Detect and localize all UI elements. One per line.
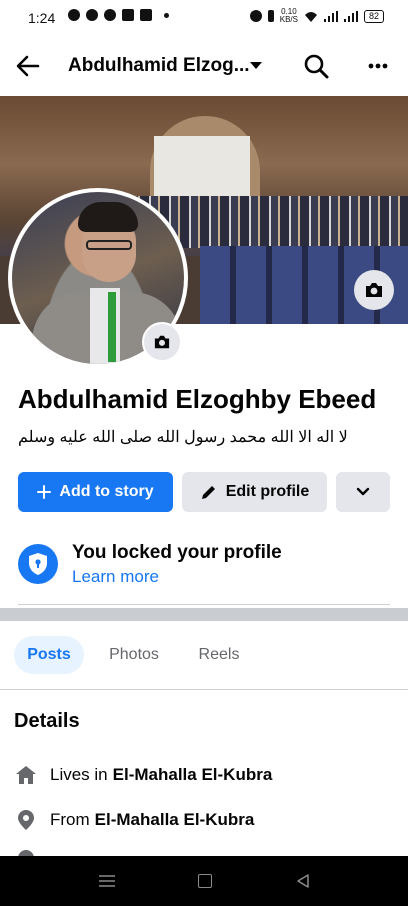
top-bar: Abdulhamid Elzog... (0, 42, 408, 92)
edit-profile-label: Edit profile (225, 483, 310, 500)
notification-icons (68, 9, 169, 21)
add-to-story-button[interactable]: Add to story (18, 472, 173, 512)
more-notifications-dot-icon (164, 12, 169, 18)
edit-cover-photo-button[interactable] (354, 270, 394, 310)
alarm-icon (249, 10, 262, 22)
divider (0, 689, 408, 690)
detail-lives-in[interactable]: Lives in El-Mahalla El-Kubra (14, 763, 272, 787)
chevron-down-icon[interactable] (250, 62, 262, 69)
learn-more-link[interactable]: Learn more (72, 567, 159, 587)
bluetooth-icon (267, 10, 274, 22)
facebook-icon (104, 9, 116, 21)
back-triangle-icon[interactable] (296, 873, 310, 889)
signal-icon (343, 10, 358, 22)
tab-reels[interactable]: Reels (186, 636, 252, 674)
signal-icon (323, 10, 338, 22)
mail-icon (140, 9, 152, 21)
home-icon (14, 763, 38, 787)
profile-bio: لا اله الا الله محمد رسول الله صلى الله … (18, 429, 348, 446)
detail-value: El-Mahalla El-Kubra (112, 765, 273, 784)
tab-photos[interactable]: Photos (96, 636, 172, 674)
system-navigation-bar (0, 856, 408, 906)
divider (18, 604, 390, 605)
recent-apps-icon[interactable] (98, 874, 116, 888)
avatar-hair (78, 202, 138, 232)
details-heading: Details (14, 710, 80, 732)
avatar-glasses (86, 240, 132, 250)
search-icon[interactable] (302, 52, 330, 80)
messenger-icon (86, 9, 98, 21)
status-time: 1:24 (28, 10, 56, 26)
status-bar: 1:24 0.10 KB/S 82 (0, 0, 408, 36)
tab-posts[interactable]: Posts (14, 636, 84, 674)
detail-value: El-Mahalla El-Kubra (94, 810, 255, 829)
net-speed-unit: KB/S (279, 15, 298, 24)
detail-label: Lives in (50, 765, 108, 784)
detail-from[interactable]: From El-Mahalla El-Kubra (14, 808, 254, 832)
back-arrow-icon[interactable] (14, 52, 42, 80)
cover-projector-screen (154, 136, 250, 200)
more-icon[interactable] (364, 52, 392, 80)
plus-icon (37, 485, 52, 499)
camera-icon (154, 335, 170, 349)
edit-profile-button[interactable]: Edit profile (182, 472, 327, 512)
detail-label: From (50, 810, 90, 829)
section-separator (0, 608, 408, 621)
net-speed: 0.10 KB/S (280, 8, 298, 24)
pencil-icon (200, 483, 218, 501)
wifi-icon (304, 11, 317, 22)
more-actions-button[interactable] (336, 472, 390, 512)
location-pin-icon (14, 808, 38, 832)
status-right: 0.10 KB/S 82 (249, 8, 384, 24)
camera-icon (366, 283, 382, 297)
add-to-story-label: Add to story (59, 483, 154, 500)
edit-profile-picture-button[interactable] (142, 322, 182, 362)
home-button-icon[interactable] (198, 874, 212, 888)
avatar-lanyard (108, 292, 116, 362)
shield-lock-icon (18, 544, 58, 584)
x-icon (122, 9, 134, 21)
lock-notice-title: You locked your profile (72, 542, 282, 563)
profile-switcher-title[interactable]: Abdulhamid Elzog... (68, 55, 250, 77)
chevron-down-icon (356, 487, 370, 496)
battery-indicator: 82 (363, 9, 384, 23)
profile-name: Abdulhamid Elzoghby Ebeed (18, 384, 377, 414)
messenger-icon (68, 9, 80, 21)
